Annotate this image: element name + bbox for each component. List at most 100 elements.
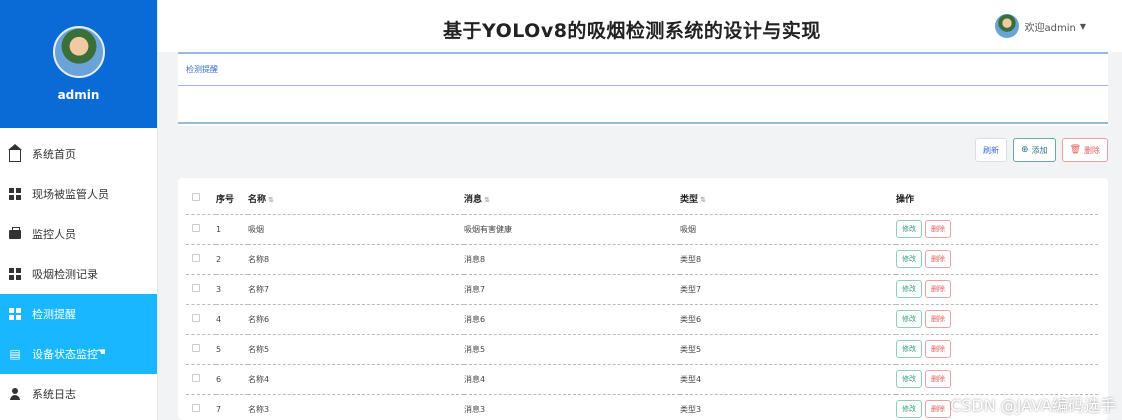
row-checkbox[interactable] [186, 244, 216, 275]
table-toolbar: 刷新 ⊕ 添加 🗑 删除 [975, 138, 1108, 162]
sidebar-item-detection-reminder[interactable]: 检测提醒 [0, 294, 157, 334]
sidebar-item-home[interactable]: 系统首页 [0, 134, 157, 174]
sidebar-item-system-log[interactable]: 系统日志 [0, 374, 157, 414]
sidebar-menu: 系统首页 现场被监管人员 监控人员 吸烟检测记录 检测提醒 ▤ 设备状态监控 系… [0, 128, 157, 414]
cell-msg: 吸烟有害健康 [464, 214, 680, 245]
edit-button[interactable]: 修改 [896, 370, 922, 388]
cell-ops: 修改 删除 [896, 274, 1098, 305]
table-row: 6 名称4 消息4 类型4 修改 删除 [186, 364, 1098, 395]
header-no: 序号 [216, 184, 248, 215]
row-delete-button[interactable]: 删除 [925, 310, 951, 328]
delete-button[interactable]: 🗑 删除 [1061, 138, 1108, 162]
sidebar-item-monitors[interactable]: 监控人员 [0, 214, 157, 254]
edit-button[interactable]: 修改 [896, 340, 922, 358]
row-checkbox[interactable] [186, 364, 216, 395]
cell-type: 类型3 [680, 394, 896, 420]
cell-msg: 消息7 [464, 274, 680, 305]
cell-no: 5 [216, 334, 248, 365]
cell-msg: 消息6 [464, 304, 680, 335]
select-all-checkbox[interactable] [186, 184, 216, 215]
caret-down-icon: ▼ [1079, 21, 1086, 31]
sidebar-item-label: 设备状态监控 [32, 348, 98, 361]
cell-no: 1 [216, 214, 248, 245]
cell-name: 名称5 [248, 334, 464, 365]
sidebar-item-label: 系统首页 [32, 148, 76, 161]
cell-no: 2 [216, 244, 248, 275]
sidebar-item-label: 系统日志 [32, 388, 76, 401]
sidebar-item-label: 监控人员 [32, 228, 76, 241]
table-header-row: 序号 名称 ⇅ 消息 ⇅ 类型 ⇅ 操作 [186, 184, 1098, 215]
cell-msg: 消息4 [464, 364, 680, 395]
row-checkbox[interactable] [186, 214, 216, 245]
cell-type: 类型4 [680, 364, 896, 395]
sidebar-item-supervised-people[interactable]: 现场被监管人员 [0, 174, 157, 214]
page-title: 基于YOLOv8的吸烟检测系统的设计与实现 [443, 20, 821, 42]
row-checkbox[interactable] [186, 274, 216, 305]
mouse-cursor-icon: ☚ [97, 347, 106, 358]
refresh-button[interactable]: 刷新 [975, 138, 1008, 162]
table-row: 4 名称6 消息6 类型6 修改 删除 [186, 304, 1098, 335]
user-menu[interactable]: 欢迎admin ▼ [994, 14, 1086, 38]
cell-name: 吸烟 [248, 214, 464, 245]
breadcrumb[interactable]: 检测提醒 [186, 64, 218, 75]
edit-button[interactable]: 修改 [896, 250, 922, 268]
cell-no: 3 [216, 274, 248, 305]
sidebar-user-name: admin [57, 88, 100, 102]
cell-type: 类型6 [680, 304, 896, 335]
header-type[interactable]: 类型 ⇅ [680, 184, 896, 215]
cell-type: 吸烟 [680, 214, 896, 245]
top-header: 基于YOLOv8的吸烟检测系统的设计与实现 欢迎admin ▼ [158, 0, 1122, 52]
table-row: 5 名称5 消息5 类型5 修改 删除 [186, 334, 1098, 365]
edit-button[interactable]: 修改 [896, 280, 922, 298]
divider [178, 122, 1108, 124]
cell-name: 名称7 [248, 274, 464, 305]
table-row: 3 名称7 消息7 类型7 修改 删除 [186, 274, 1098, 305]
add-button[interactable]: ⊕ 添加 [1013, 138, 1056, 162]
row-delete-button[interactable]: 删除 [925, 250, 951, 268]
row-checkbox[interactable] [186, 304, 216, 335]
cell-msg: 消息8 [464, 244, 680, 275]
welcome-text: 欢迎admin [1024, 22, 1076, 34]
edit-button[interactable]: 修改 [896, 400, 922, 418]
add-label: 添加 [1031, 145, 1048, 155]
sidebar: admin 系统首页 现场被监管人员 监控人员 吸烟检测记录 检测提醒 ▤ 设备… [0, 0, 158, 420]
grid-icon [8, 187, 22, 201]
avatar [52, 26, 105, 78]
header-msg[interactable]: 消息 ⇅ [464, 184, 680, 215]
sidebar-item-device-status[interactable]: ▤ 设备状态监控 [0, 334, 157, 374]
table-row: 2 名称8 消息8 类型8 修改 删除 [186, 244, 1098, 275]
clipboard-icon: ▤ [9, 347, 21, 361]
sort-icon: ⇅ [484, 196, 490, 205]
sort-icon: ⇅ [700, 196, 706, 205]
cell-no: 7 [216, 394, 248, 420]
cell-name: 名称3 [248, 394, 464, 420]
row-delete-button[interactable]: 删除 [925, 220, 951, 238]
header-name[interactable]: 名称 ⇅ [248, 184, 464, 215]
row-checkbox[interactable] [186, 394, 216, 420]
watermark: CSDN @JAVA编码选手 [950, 396, 1116, 415]
cell-no: 4 [216, 304, 248, 335]
search-panel: 检测提醒 [178, 52, 1108, 126]
row-checkbox[interactable] [186, 334, 216, 365]
header-ops: 操作 [896, 184, 1098, 215]
divider [178, 52, 1108, 54]
cell-no: 6 [216, 364, 248, 395]
data-table-card: 序号 名称 ⇅ 消息 ⇅ 类型 ⇅ 操作 1 吸烟 吸烟有害健康 吸烟 修改 删除 2 名称8 消息8… [178, 178, 1108, 420]
cell-type: 类型5 [680, 334, 896, 365]
table-row: 1 吸烟 吸烟有害健康 吸烟 修改 删除 [186, 214, 1098, 245]
edit-button[interactable]: 修改 [896, 220, 922, 238]
sidebar-item-detection-records[interactable]: 吸烟检测记录 [0, 254, 157, 294]
row-delete-button[interactable]: 删除 [925, 340, 951, 358]
cell-name: 名称8 [248, 244, 464, 275]
row-delete-button[interactable]: 删除 [925, 400, 951, 418]
row-delete-button[interactable]: 删除 [925, 370, 951, 388]
sidebar-item-label: 吸烟检测记录 [32, 268, 98, 281]
user-icon [8, 387, 22, 401]
cell-name: 名称4 [248, 364, 464, 395]
sort-icon: ⇅ [268, 196, 274, 205]
cell-name: 名称6 [248, 304, 464, 335]
row-delete-button[interactable]: 删除 [925, 280, 951, 298]
edit-button[interactable]: 修改 [896, 310, 922, 328]
cell-msg: 消息3 [464, 394, 680, 420]
sidebar-item-label: 现场被监管人员 [32, 188, 109, 201]
